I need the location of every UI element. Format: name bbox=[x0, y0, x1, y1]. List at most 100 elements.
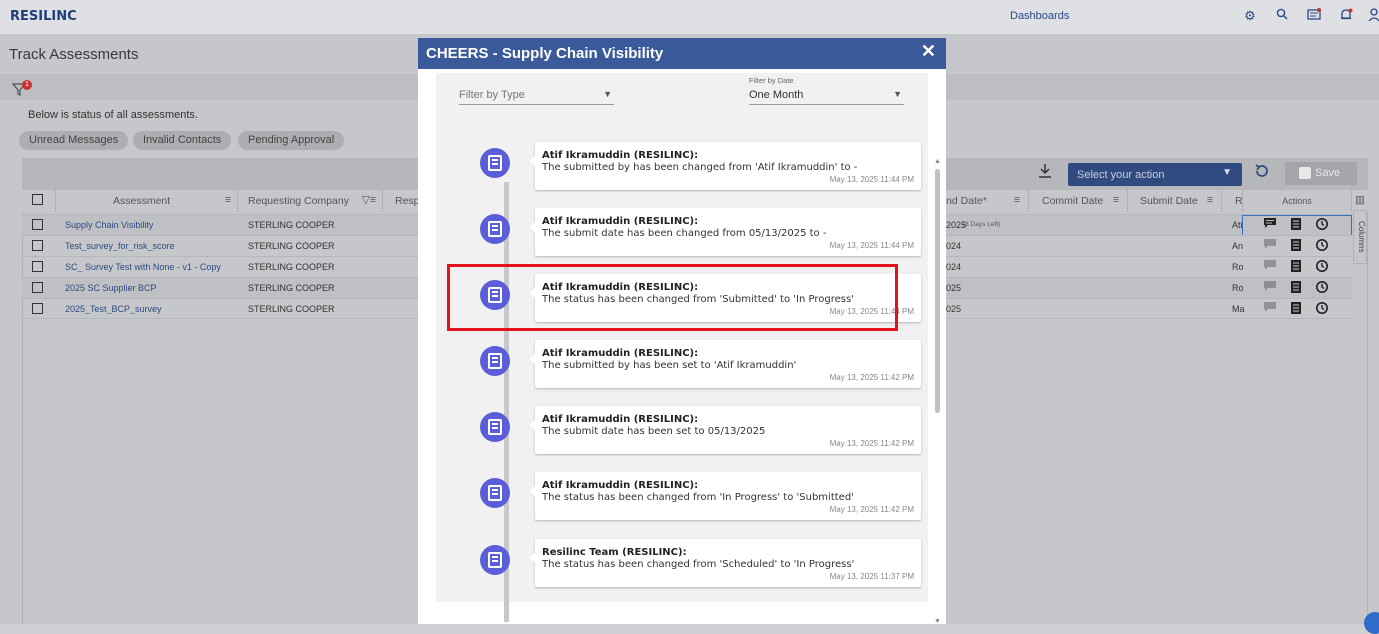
header-commit-date[interactable]: Commit Date ≡ bbox=[1029, 190, 1128, 212]
history-icon[interactable] bbox=[1315, 259, 1329, 276]
history-entry: Atif Ikramuddin (RESILINC): The submit d… bbox=[529, 208, 921, 256]
gear-icon[interactable]: ⚙ bbox=[1242, 8, 1258, 24]
select-all-checkbox[interactable] bbox=[32, 194, 43, 205]
chip-pending-approval[interactable]: Pending Approval bbox=[238, 131, 345, 150]
notes-icon[interactable] bbox=[1290, 301, 1303, 318]
modal-header: CHEERS - Supply Chain Visibility ✕ bbox=[418, 38, 946, 69]
header-assessment[interactable]: Assessment ≡ bbox=[56, 190, 238, 212]
status-description: Below is status of all assessments. bbox=[28, 109, 198, 121]
download-icon[interactable] bbox=[1038, 163, 1052, 183]
resilinc-logo[interactable]: RESILINC bbox=[10, 9, 77, 24]
message-icon[interactable] bbox=[1306, 8, 1322, 24]
header-actions-label: Actions bbox=[1282, 196, 1312, 206]
chat-icon[interactable] bbox=[1263, 301, 1277, 316]
entry-text: The submitted by has been set to 'Atif I… bbox=[542, 360, 797, 371]
chat-icon[interactable] bbox=[1263, 259, 1277, 274]
save-button[interactable]: Save bbox=[1285, 162, 1357, 185]
filter-by-date-select[interactable]: One Month ▼ bbox=[749, 89, 904, 105]
header-r[interactable]: R bbox=[1222, 190, 1243, 212]
history-scrollbar[interactable]: ▲ ▼ bbox=[933, 158, 943, 628]
scroll-up-arrow-icon[interactable]: ▲ bbox=[934, 158, 941, 165]
entry-text: The submit date has been set to 05/13/20… bbox=[542, 426, 766, 437]
header-submit-date-label: Submit Date bbox=[1140, 195, 1198, 207]
filter-count-badge: 1 bbox=[22, 80, 32, 90]
header-select-all bbox=[22, 190, 56, 212]
header-resp[interactable]: Resp bbox=[383, 190, 420, 212]
timeline-entry-icon bbox=[480, 412, 510, 442]
entry-text: The status has been changed from 'In Pro… bbox=[542, 492, 854, 503]
row-checkbox[interactable] bbox=[32, 282, 43, 293]
header-requesting-company[interactable]: Requesting Company ▽≡ bbox=[238, 190, 383, 212]
respondent: Ro bbox=[1232, 283, 1244, 293]
columns-panel-icon[interactable]: ▥ bbox=[1352, 190, 1368, 212]
bell-icon[interactable] bbox=[1338, 8, 1354, 24]
timeline-entry-icon bbox=[480, 545, 510, 575]
entry-timestamp: May 13, 2025 11:44 PM bbox=[829, 241, 914, 250]
history-icon[interactable] bbox=[1315, 217, 1329, 234]
highlight-box bbox=[447, 264, 898, 331]
entry-author: Atif Ikramuddin (RESILINC): bbox=[542, 480, 699, 491]
assessment-link[interactable]: SC_ Survey Test with None - v1 - Copy bbox=[65, 262, 221, 272]
close-icon[interactable]: ✕ bbox=[921, 41, 936, 62]
respondent: Ati bbox=[1232, 220, 1243, 230]
row-checkbox[interactable] bbox=[32, 240, 43, 251]
entry-author: Atif Ikramuddin (RESILINC): bbox=[542, 150, 699, 161]
notes-icon[interactable] bbox=[1290, 217, 1303, 234]
action-select-value: Select your action bbox=[1077, 169, 1165, 181]
menu-icon[interactable]: ≡ bbox=[1113, 194, 1119, 206]
notes-icon[interactable] bbox=[1290, 280, 1303, 297]
scrollbar-thumb[interactable] bbox=[935, 169, 940, 413]
entry-author: Atif Ikramuddin (RESILINC): bbox=[542, 414, 699, 425]
dashboards-link[interactable]: Dashboards bbox=[1010, 10, 1069, 22]
header-end-date[interactable]: nd Date* ≡ bbox=[946, 190, 1029, 212]
menu-icon[interactable]: ≡ bbox=[1014, 194, 1020, 206]
help-bubble[interactable] bbox=[1364, 612, 1379, 634]
history-entry: Atif Ikramuddin (RESILINC): The submit d… bbox=[529, 406, 921, 454]
entry-timestamp: May 13, 2025 11:42 PM bbox=[829, 439, 914, 448]
history-panel: Filter by Type ▼ Filter by Date One Mont… bbox=[436, 73, 941, 625]
chat-icon[interactable] bbox=[1263, 217, 1277, 232]
requesting-company: STERLING COOPER bbox=[248, 220, 335, 230]
header-requesting-company-label: Requesting Company bbox=[248, 195, 349, 207]
history-icon[interactable] bbox=[1315, 301, 1329, 318]
filter-by-date-value: One Month bbox=[749, 89, 804, 101]
row-checkbox[interactable] bbox=[32, 303, 43, 314]
columns-panel-tab[interactable]: Columns bbox=[1353, 210, 1367, 264]
history-icon[interactable] bbox=[1315, 238, 1329, 255]
search-icon[interactable] bbox=[1274, 8, 1290, 24]
menu-icon[interactable]: ≡ bbox=[225, 194, 231, 206]
top-navigation-bar: RESILINC Dashboards ⚙ bbox=[0, 0, 1379, 34]
assessment-link[interactable]: 2025 SC Supplier BCP bbox=[65, 283, 157, 293]
refresh-icon[interactable] bbox=[1254, 163, 1270, 184]
header-submit-date[interactable]: Submit Date ≡ bbox=[1128, 190, 1222, 212]
menu-icon[interactable]: ≡ bbox=[1207, 194, 1213, 206]
notes-icon[interactable] bbox=[1290, 259, 1303, 276]
action-select[interactable]: Select your action ▼ bbox=[1068, 163, 1242, 186]
row-checkbox[interactable] bbox=[32, 219, 43, 230]
notes-icon[interactable] bbox=[1290, 238, 1303, 255]
assessment-link[interactable]: 2025_Test_BCP_survey bbox=[65, 304, 162, 314]
assessment-link[interactable]: Supply Chain Visibility bbox=[65, 220, 153, 230]
header-commit-date-label: Commit Date bbox=[1042, 195, 1104, 207]
requesting-company: STERLING COOPER bbox=[248, 241, 335, 251]
respondent: An bbox=[1232, 241, 1244, 251]
entry-timestamp: May 13, 2025 11:37 PM bbox=[829, 572, 914, 581]
entry-timestamp: May 13, 2025 11:44 PM bbox=[829, 175, 914, 184]
chat-icon[interactable] bbox=[1263, 238, 1277, 253]
end-date: 025 bbox=[946, 304, 962, 314]
save-icon bbox=[1299, 167, 1311, 179]
history-icon[interactable] bbox=[1315, 280, 1329, 297]
row-checkbox[interactable] bbox=[32, 261, 43, 272]
chat-icon[interactable] bbox=[1263, 280, 1277, 295]
filter-by-type-select[interactable]: Filter by Type ▼ bbox=[459, 89, 614, 105]
chevron-down-icon: ▼ bbox=[893, 89, 902, 99]
filter-by-date-label: Filter by Date bbox=[749, 76, 794, 85]
chevron-down-icon: ▼ bbox=[1222, 167, 1232, 178]
user-icon[interactable] bbox=[1366, 8, 1379, 24]
assessment-link[interactable]: Test_survey_for_risk_score bbox=[65, 241, 175, 251]
history-entry: Atif Ikramuddin (RESILINC): The status h… bbox=[529, 472, 921, 520]
chip-unread-messages[interactable]: Unread Messages bbox=[19, 131, 129, 150]
chip-invalid-contacts[interactable]: Invalid Contacts bbox=[133, 131, 232, 150]
respondent: Ro bbox=[1232, 262, 1244, 272]
filter-menu-icon[interactable]: ▽≡ bbox=[362, 194, 376, 206]
